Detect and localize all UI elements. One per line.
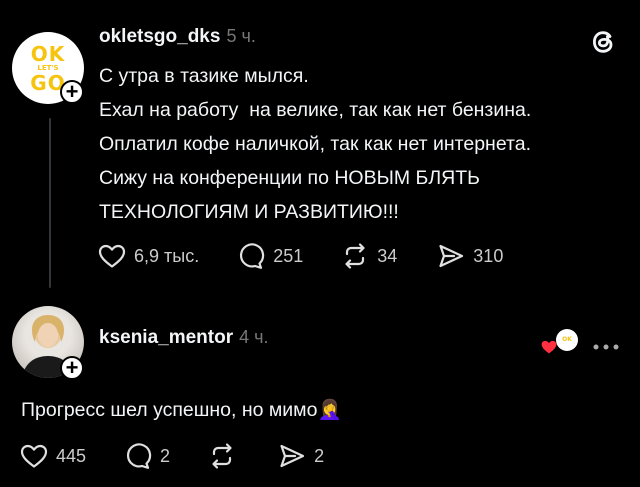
comment-icon xyxy=(127,443,152,469)
repost-icon xyxy=(345,243,365,269)
author-liked-indicator: OK xyxy=(540,327,580,357)
comment-count: 251 xyxy=(273,245,304,266)
like-button[interactable]: 6,9 тыс. xyxy=(98,243,199,269)
comment-button[interactable]: 251 xyxy=(237,242,303,270)
reply-text: Прогресс шел успешно, но мимо xyxy=(21,399,318,421)
post-header: okletsgo_dks 5 ч. xyxy=(99,26,256,48)
share-button[interactable]: 310 xyxy=(437,242,503,270)
post-line: С утра в тазике мылся. xyxy=(99,65,309,87)
repost-count: 34 xyxy=(377,245,398,266)
heart-icon xyxy=(98,244,126,268)
post-line: Оплатил кофе наличкой, так как нет интер… xyxy=(99,133,531,155)
okletsgo-logo: OK LET'S GO xyxy=(30,44,65,93)
repost-icon xyxy=(212,443,232,469)
share-icon xyxy=(439,244,464,268)
reply-repost-button[interactable] xyxy=(208,442,236,470)
reply-header: ksenia_mentor 4 ч. xyxy=(99,327,269,349)
share-icon xyxy=(280,444,305,468)
more-icon xyxy=(593,344,619,350)
comment-icon xyxy=(240,243,265,269)
like-count: 6,9 тыс. xyxy=(134,245,200,266)
post-line: ТЕХНОЛОГИЯМ И РАЗВИТИЮ!!! xyxy=(99,201,399,223)
reply-like-count: 445 xyxy=(56,445,87,466)
reply-username[interactable]: ksenia_mentor xyxy=(99,327,233,348)
logo-text-top: OK xyxy=(30,41,66,66)
threads-logo-icon[interactable] xyxy=(588,26,620,58)
follow-plus-button[interactable]: + xyxy=(60,356,84,380)
heart-icon xyxy=(20,444,48,468)
reply-body: Прогресс шел успешно, но мимо🤦‍♀️ xyxy=(21,393,342,427)
reply-timestamp: 4 ч. xyxy=(239,327,269,347)
post-actions: 6,9 тыс. 251 34 310 xyxy=(98,242,503,270)
post-username[interactable]: okletsgo_dks xyxy=(99,26,220,47)
more-options-button[interactable] xyxy=(592,338,620,350)
reply-actions: 445 2 2 xyxy=(20,442,324,470)
repost-button[interactable]: 34 xyxy=(341,242,397,270)
post-line: Ехал на работу на велике, так как нет бе… xyxy=(99,99,532,121)
post-body: С утра в тазике мылся. Ехал на работу на… xyxy=(99,59,531,229)
facepalm-emoji: 🤦‍♀️ xyxy=(317,399,342,421)
reply-comment-button[interactable]: 2 xyxy=(124,442,170,470)
follow-plus-button[interactable]: + xyxy=(60,80,84,104)
reply-share-button[interactable]: 2 xyxy=(278,442,324,470)
author-avatar-mini: OK xyxy=(556,329,578,351)
mini-logo-text: OK xyxy=(562,336,572,343)
post-line: Сижу на конференции по НОВЫМ БЛЯТЬ xyxy=(99,167,480,189)
thread-line xyxy=(49,118,51,288)
share-count: 310 xyxy=(473,245,504,266)
reply-comment-count: 2 xyxy=(160,445,171,466)
post-timestamp: 5 ч. xyxy=(226,26,256,46)
heart-filled-icon xyxy=(541,340,557,354)
reply-like-button[interactable]: 445 xyxy=(20,443,86,469)
reply-share-count: 2 xyxy=(314,445,325,466)
